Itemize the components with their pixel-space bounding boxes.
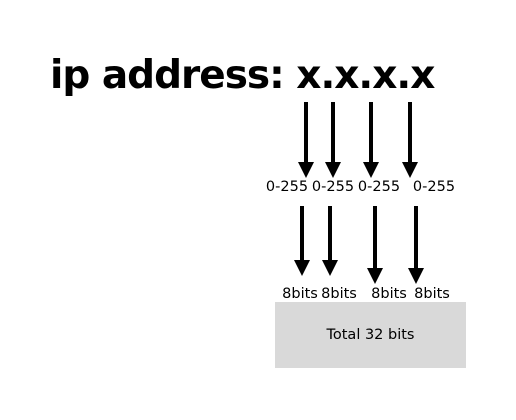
diagram-canvas: ip address: x.x.x.x 0-255 0-255 0-255 0-… xyxy=(0,0,516,420)
octet-bits-label: 8bits xyxy=(321,286,357,302)
octet-range-label: 0-255 xyxy=(311,179,355,195)
octet-bits-label: 8bits xyxy=(282,286,318,302)
total-bits-box: Total 32 bits xyxy=(275,302,466,368)
octet-bits-label: 8bits xyxy=(371,286,407,302)
octet-range-label: 0-255 xyxy=(265,179,309,195)
octet-range-label: 0-255 xyxy=(412,179,456,195)
octet-range-label: 0-255 xyxy=(357,179,401,195)
total-bits-label: Total 32 bits xyxy=(326,327,415,343)
octet-bits-label: 8bits xyxy=(414,286,450,302)
